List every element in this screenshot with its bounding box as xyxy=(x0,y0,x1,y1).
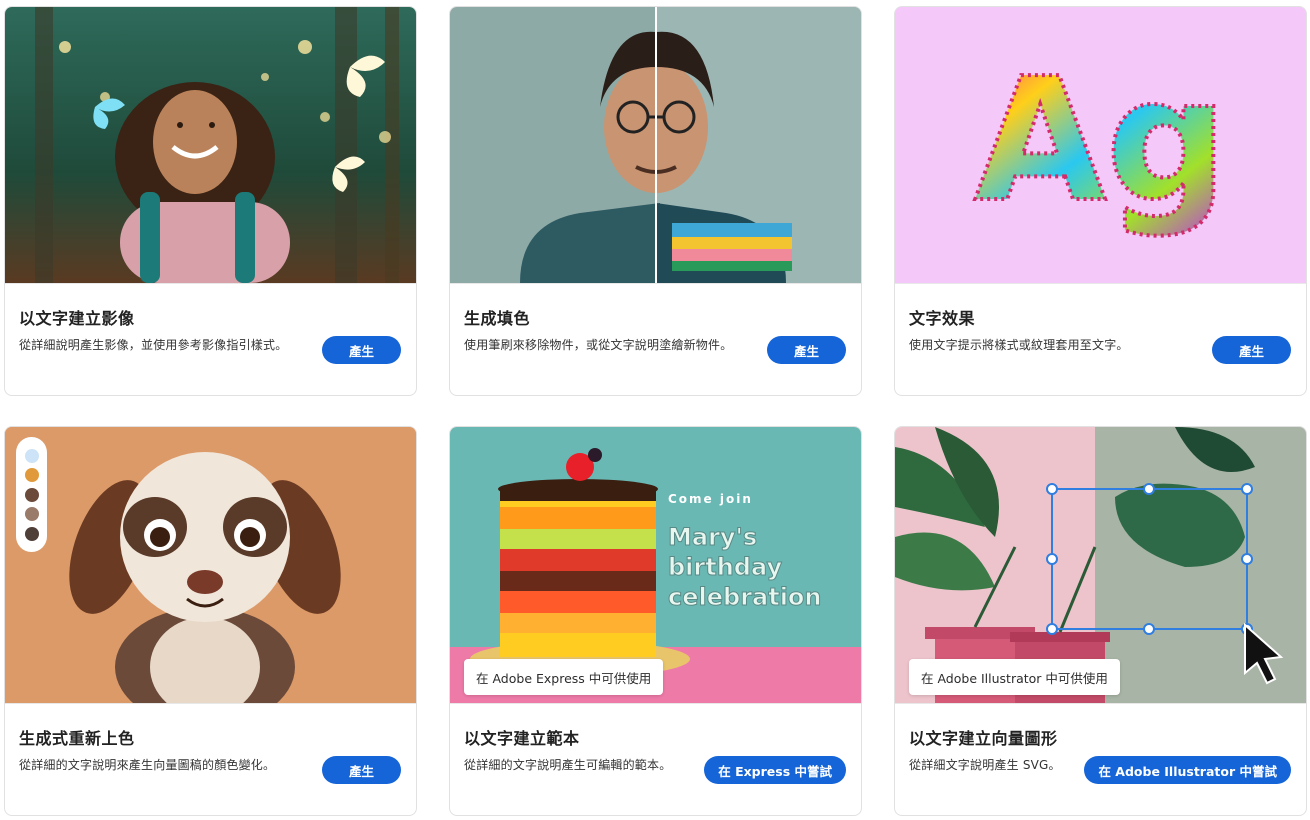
card-divider xyxy=(5,283,416,284)
poster-line-name: Mary's xyxy=(668,523,757,551)
palette-swatch xyxy=(24,448,39,463)
feature-card-text-to-template[interactable]: Come join Mary's birthday celebration 在 … xyxy=(449,426,862,816)
palette-swatch xyxy=(24,507,39,521)
card-divider xyxy=(5,703,416,704)
card-description: 使用筆刷來移除物件，或從文字說明塗繪新物件。 xyxy=(464,338,733,352)
generate-button[interactable]: 產生 xyxy=(322,756,401,784)
poster-line-celebration: celebration xyxy=(668,583,822,611)
thumbnail-birthday-cake-poster: Come join Mary's birthday celebration 在 … xyxy=(450,427,861,703)
poster-line-birthday: birthday xyxy=(668,553,782,581)
card-description: 從詳細說明產生影像，並使用參考影像指引樣式。 xyxy=(19,338,288,352)
card-divider xyxy=(895,283,1306,284)
feature-card-text-to-image[interactable]: 以文字建立影像 從詳細說明產生影像，並使用參考影像指引樣式。 產生 xyxy=(4,6,417,396)
feature-card-text-to-vector[interactable]: 在 Adobe Illustrator 中可供使用 以文字建立向量圖形 從詳細文… xyxy=(894,426,1307,816)
feature-card-generative-recolor[interactable]: 生成式重新上色 從詳細的文字說明來產生向量圖稿的顏色變化。 產生 xyxy=(4,426,417,816)
thumbnail-puppy-vector xyxy=(5,427,416,703)
card-title: 以文字建立影像 xyxy=(19,309,135,328)
card-title: 以文字建立範本 xyxy=(464,729,580,748)
card-title: 以文字建立向量圖形 xyxy=(909,729,1058,748)
card-title: 文字效果 xyxy=(909,309,976,328)
try-in-illustrator-button[interactable]: 在 Adobe Illustrator 中嘗試 xyxy=(1084,756,1291,784)
card-divider xyxy=(895,703,1306,704)
generate-button[interactable]: 產生 xyxy=(1212,336,1291,364)
thumbnail-monstera-vector: 在 Adobe Illustrator 中可供使用 xyxy=(895,427,1306,703)
card-title: 生成填色 xyxy=(464,309,531,328)
generate-button[interactable]: 產生 xyxy=(322,336,401,364)
thumbnail-man-before-after xyxy=(450,7,861,283)
palette-swatch xyxy=(24,526,39,541)
thumbnail-girl-butterflies xyxy=(5,7,416,283)
generate-button[interactable]: 產生 xyxy=(767,336,846,364)
availability-badge: 在 Adobe Express 中可供使用 xyxy=(464,659,664,695)
card-description: 從詳細的文字說明來產生向量圖稿的顏色變化。 xyxy=(19,758,276,772)
feature-card-generative-fill[interactable]: 生成填色 使用筆刷來移除物件，或從文字說明塗繪新物件。 產生 xyxy=(449,6,862,396)
card-title: 生成式重新上色 xyxy=(19,729,135,748)
thumbnail-fluffy-text: Ag xyxy=(895,7,1306,283)
card-divider xyxy=(450,283,861,284)
try-in-express-button[interactable]: 在 Express 中嘗試 xyxy=(704,756,846,784)
card-divider xyxy=(450,703,861,704)
availability-badge: 在 Adobe Illustrator 中可供使用 xyxy=(909,659,1120,695)
card-description: 使用文字提示將樣式或紋理套用至文字。 xyxy=(909,338,1129,352)
palette-swatch xyxy=(24,468,39,482)
poster-line-come-join: Come join xyxy=(668,492,753,506)
palette-swatch xyxy=(24,487,39,502)
preview-ag-text: Ag xyxy=(974,42,1227,240)
color-palette xyxy=(16,437,47,552)
feature-card-text-effects[interactable]: Ag 文字效果 使用文字提示將樣式或紋理套用至文字。 產生 xyxy=(894,6,1307,396)
